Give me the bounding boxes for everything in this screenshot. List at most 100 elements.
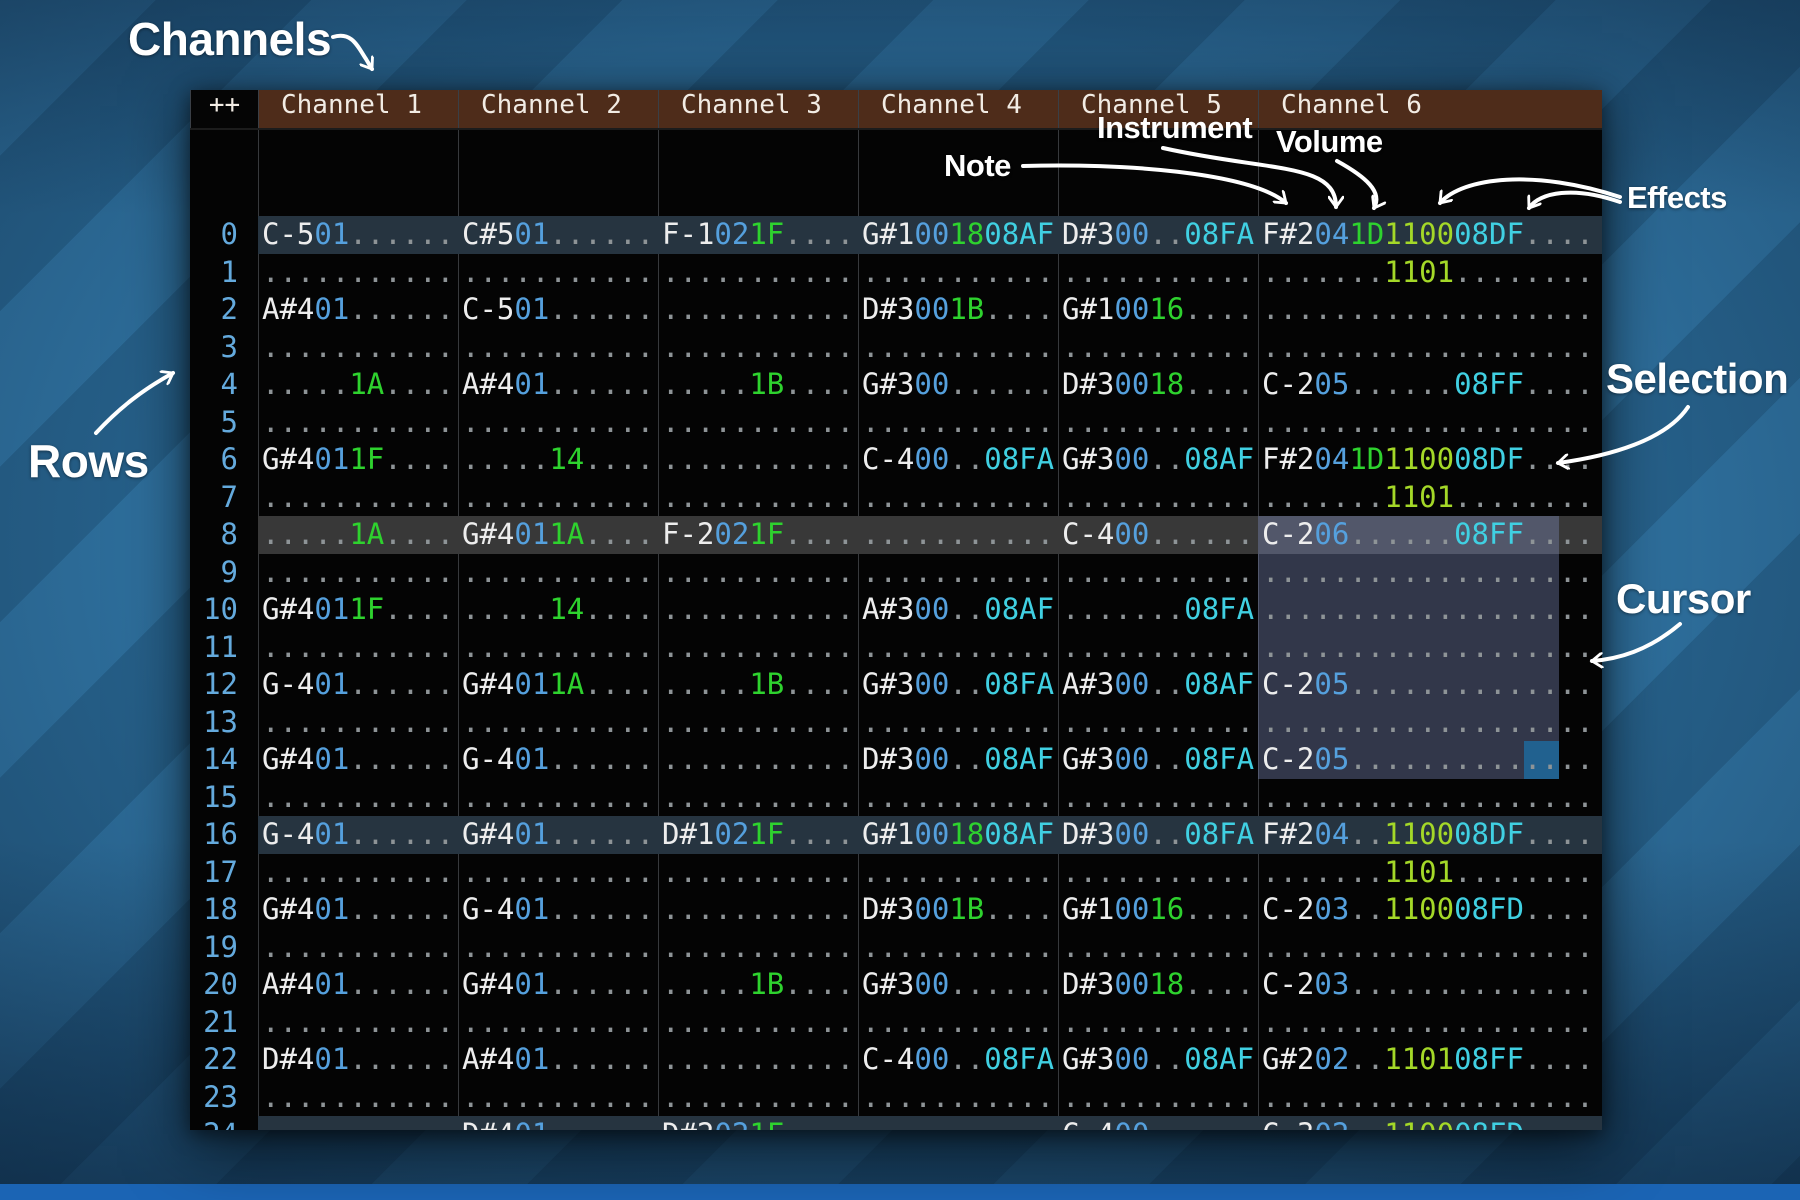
pattern-cell-r3-ch3[interactable]: ........... <box>658 329 858 367</box>
pattern-cell-r8-ch6[interactable]: C-206......08FF.... <box>1258 516 1602 554</box>
pattern-cell-r8-ch2[interactable]: G#4011A.... <box>458 516 658 554</box>
pattern-cell-r18-ch4[interactable]: D#3001B.... <box>858 891 1058 929</box>
pattern-cell-r23-ch3[interactable]: ........... <box>658 1079 858 1117</box>
pattern-cell-r19-ch4[interactable]: ........... <box>858 929 1058 967</box>
pattern-cell-r4-ch3[interactable]: .....1B.... <box>658 366 858 404</box>
pattern-cell-r20-ch4[interactable]: G#300...... <box>858 966 1058 1004</box>
pattern-cell-r9-ch4[interactable]: ........... <box>858 554 1058 592</box>
pattern-cell-r7-ch1[interactable]: ........... <box>258 479 458 517</box>
pattern-cell-r24-ch6[interactable]: C-302..110008FD.... <box>1258 1116 1602 1130</box>
pattern-cell-r6-ch3[interactable]: ........... <box>658 441 858 479</box>
pattern-cell-r14-ch3[interactable]: ........... <box>658 741 858 779</box>
pattern-cell-r12-ch3[interactable]: .....1B.... <box>658 666 858 704</box>
pattern-cell-r20-ch6[interactable]: C-203.............. <box>1258 966 1602 1004</box>
pattern-cell-r9-ch6[interactable]: ................... <box>1258 554 1602 592</box>
pattern-cell-r13-ch4[interactable]: ........... <box>858 704 1058 742</box>
pattern-cell-r7-ch3[interactable]: ........... <box>658 479 858 517</box>
pattern-cell-r13-ch5[interactable]: ........... <box>1058 704 1258 742</box>
pattern-cell-r14-ch5[interactable]: G#300..08FA <box>1058 741 1258 779</box>
pattern-cell-r19-ch1[interactable]: ........... <box>258 929 458 967</box>
pattern-cell-r13-ch1[interactable]: ........... <box>258 704 458 742</box>
pattern-cell-r22-ch4[interactable]: C-400..08FA <box>858 1041 1058 1079</box>
pattern-cell-r1-ch6[interactable]: .......1101........ <box>1258 254 1602 292</box>
pattern-cell-r2-ch1[interactable]: A#401...... <box>258 291 458 329</box>
pattern-cell-r16-ch2[interactable]: G#401...... <box>458 816 658 854</box>
pattern-cell-r4-ch1[interactable]: .....1A.... <box>258 366 458 404</box>
pattern-cell-r16-ch4[interactable]: G#1001808AF <box>858 816 1058 854</box>
pattern-cell-r19-ch5[interactable]: ........... <box>1058 929 1258 967</box>
pattern-cell-r11-ch3[interactable]: ........... <box>658 629 858 667</box>
pattern-cell-r0-ch5[interactable]: D#300..08FA <box>1058 216 1258 254</box>
pattern-cell-r2-ch3[interactable]: ........... <box>658 291 858 329</box>
pattern-cell-r16-ch6[interactable]: F#204..110008DF.... <box>1258 816 1602 854</box>
pattern-cell-r19-ch2[interactable]: ........... <box>458 929 658 967</box>
pattern-cell-r21-ch3[interactable]: ........... <box>658 1004 858 1042</box>
pattern-cell-r10-ch1[interactable]: G#4011F.... <box>258 591 458 629</box>
pattern-cell-r5-ch3[interactable]: ........... <box>658 404 858 442</box>
pattern-cell-r14-ch2[interactable]: G-401...... <box>458 741 658 779</box>
pattern-cell-r21-ch1[interactable]: ........... <box>258 1004 458 1042</box>
pattern-cell-r4-ch6[interactable]: C-205......08FF.... <box>1258 366 1602 404</box>
pattern-cell-r20-ch5[interactable]: D#30018.... <box>1058 966 1258 1004</box>
pattern-cell-r15-ch2[interactable]: ........... <box>458 779 658 817</box>
pattern-cell-r1-ch1[interactable]: ........... <box>258 254 458 292</box>
pattern-cell-r12-ch5[interactable]: A#300..08AF <box>1058 666 1258 704</box>
pattern-cell-r16-ch3[interactable]: D#1021F.... <box>658 816 858 854</box>
pattern-cell-r3-ch2[interactable]: ........... <box>458 329 658 367</box>
pattern-cell-r7-ch4[interactable]: ........... <box>858 479 1058 517</box>
pattern-cell-r0-ch6[interactable]: F#2041D110008DF.... <box>1258 216 1602 254</box>
pattern-cell-r12-ch1[interactable]: G-401...... <box>258 666 458 704</box>
pattern-cell-r12-ch4[interactable]: G#300..08FA <box>858 666 1058 704</box>
pattern-cell-r16-ch1[interactable]: G-401...... <box>258 816 458 854</box>
pattern-cell-r8-ch1[interactable]: .....1A.... <box>258 516 458 554</box>
pattern-cell-r15-ch6[interactable]: ................... <box>1258 779 1602 817</box>
pattern-cell-r17-ch3[interactable]: ........... <box>658 854 858 892</box>
pattern-cell-r17-ch2[interactable]: ........... <box>458 854 658 892</box>
pattern-cell-r10-ch4[interactable]: A#300..08AF <box>858 591 1058 629</box>
pattern-cell-r13-ch2[interactable]: ........... <box>458 704 658 742</box>
pattern-cell-r3-ch5[interactable]: ........... <box>1058 329 1258 367</box>
pattern-cell-r6-ch6[interactable]: F#2041D110008DF.... <box>1258 441 1602 479</box>
pattern-cell-r10-ch6[interactable]: ................... <box>1258 591 1602 629</box>
pattern-cell-r9-ch1[interactable]: ........... <box>258 554 458 592</box>
pattern-cell-r24-ch2[interactable]: D#401...... <box>458 1116 658 1130</box>
pattern-cell-r7-ch2[interactable]: ........... <box>458 479 658 517</box>
pattern-cell-r0-ch1[interactable]: C-501...... <box>258 216 458 254</box>
pattern-cell-r18-ch1[interactable]: G#401...... <box>258 891 458 929</box>
pattern-cell-r3-ch6[interactable]: ................... <box>1258 329 1602 367</box>
pattern-cell-r22-ch6[interactable]: G#202..110108FF.... <box>1258 1041 1602 1079</box>
pattern-cell-r5-ch1[interactable]: ........... <box>258 404 458 442</box>
pattern-cell-r24-ch4[interactable]: ........... <box>858 1116 1058 1130</box>
channel-header-4[interactable]: Channel 4 <box>858 90 1058 128</box>
pattern-cell-r8-ch4[interactable]: ........... <box>858 516 1058 554</box>
pattern-grid[interactable]: 0C-501......C#501......F-1021F....G#1001… <box>190 130 1602 1130</box>
pattern-cell-r18-ch3[interactable]: ........... <box>658 891 858 929</box>
pattern-cell-r17-ch6[interactable]: .......1101........ <box>1258 854 1602 892</box>
pattern-cell-r24-ch1[interactable]: ........... <box>258 1116 458 1130</box>
pattern-cell-r23-ch6[interactable]: ................... <box>1258 1079 1602 1117</box>
channel-header-3[interactable]: Channel 3 <box>658 90 858 128</box>
pattern-cell-r20-ch2[interactable]: G#401...... <box>458 966 658 1004</box>
channel-header-1[interactable]: Channel 1 <box>258 90 458 128</box>
pattern-cell-r21-ch4[interactable]: ........... <box>858 1004 1058 1042</box>
pattern-cell-r0-ch4[interactable]: G#1001808AF <box>858 216 1058 254</box>
pattern-cell-r15-ch3[interactable]: ........... <box>658 779 858 817</box>
pattern-cell-r18-ch2[interactable]: G-401...... <box>458 891 658 929</box>
pattern-cell-r7-ch6[interactable]: .......1101........ <box>1258 479 1602 517</box>
pattern-cell-r21-ch5[interactable]: ........... <box>1058 1004 1258 1042</box>
pattern-cell-r13-ch3[interactable]: ........... <box>658 704 858 742</box>
pattern-cell-r5-ch4[interactable]: ........... <box>858 404 1058 442</box>
pattern-cell-r20-ch1[interactable]: A#401...... <box>258 966 458 1004</box>
pattern-cell-r17-ch1[interactable]: ........... <box>258 854 458 892</box>
pattern-cell-r12-ch6[interactable]: C-205.............. <box>1258 666 1602 704</box>
pattern-cell-r14-ch1[interactable]: G#401...... <box>258 741 458 779</box>
pattern-cell-r6-ch2[interactable]: .....14.... <box>458 441 658 479</box>
pattern-cell-r15-ch5[interactable]: ........... <box>1058 779 1258 817</box>
pattern-cell-r6-ch5[interactable]: G#300..08AF <box>1058 441 1258 479</box>
pattern-cell-r4-ch2[interactable]: A#401...... <box>458 366 658 404</box>
pattern-cell-r10-ch3[interactable]: ........... <box>658 591 858 629</box>
add-channel-button[interactable]: ++ <box>190 90 258 128</box>
pattern-cell-r1-ch5[interactable]: ........... <box>1058 254 1258 292</box>
channel-header-6[interactable]: Channel 6 <box>1258 90 1602 128</box>
pattern-cell-r23-ch4[interactable]: ........... <box>858 1079 1058 1117</box>
